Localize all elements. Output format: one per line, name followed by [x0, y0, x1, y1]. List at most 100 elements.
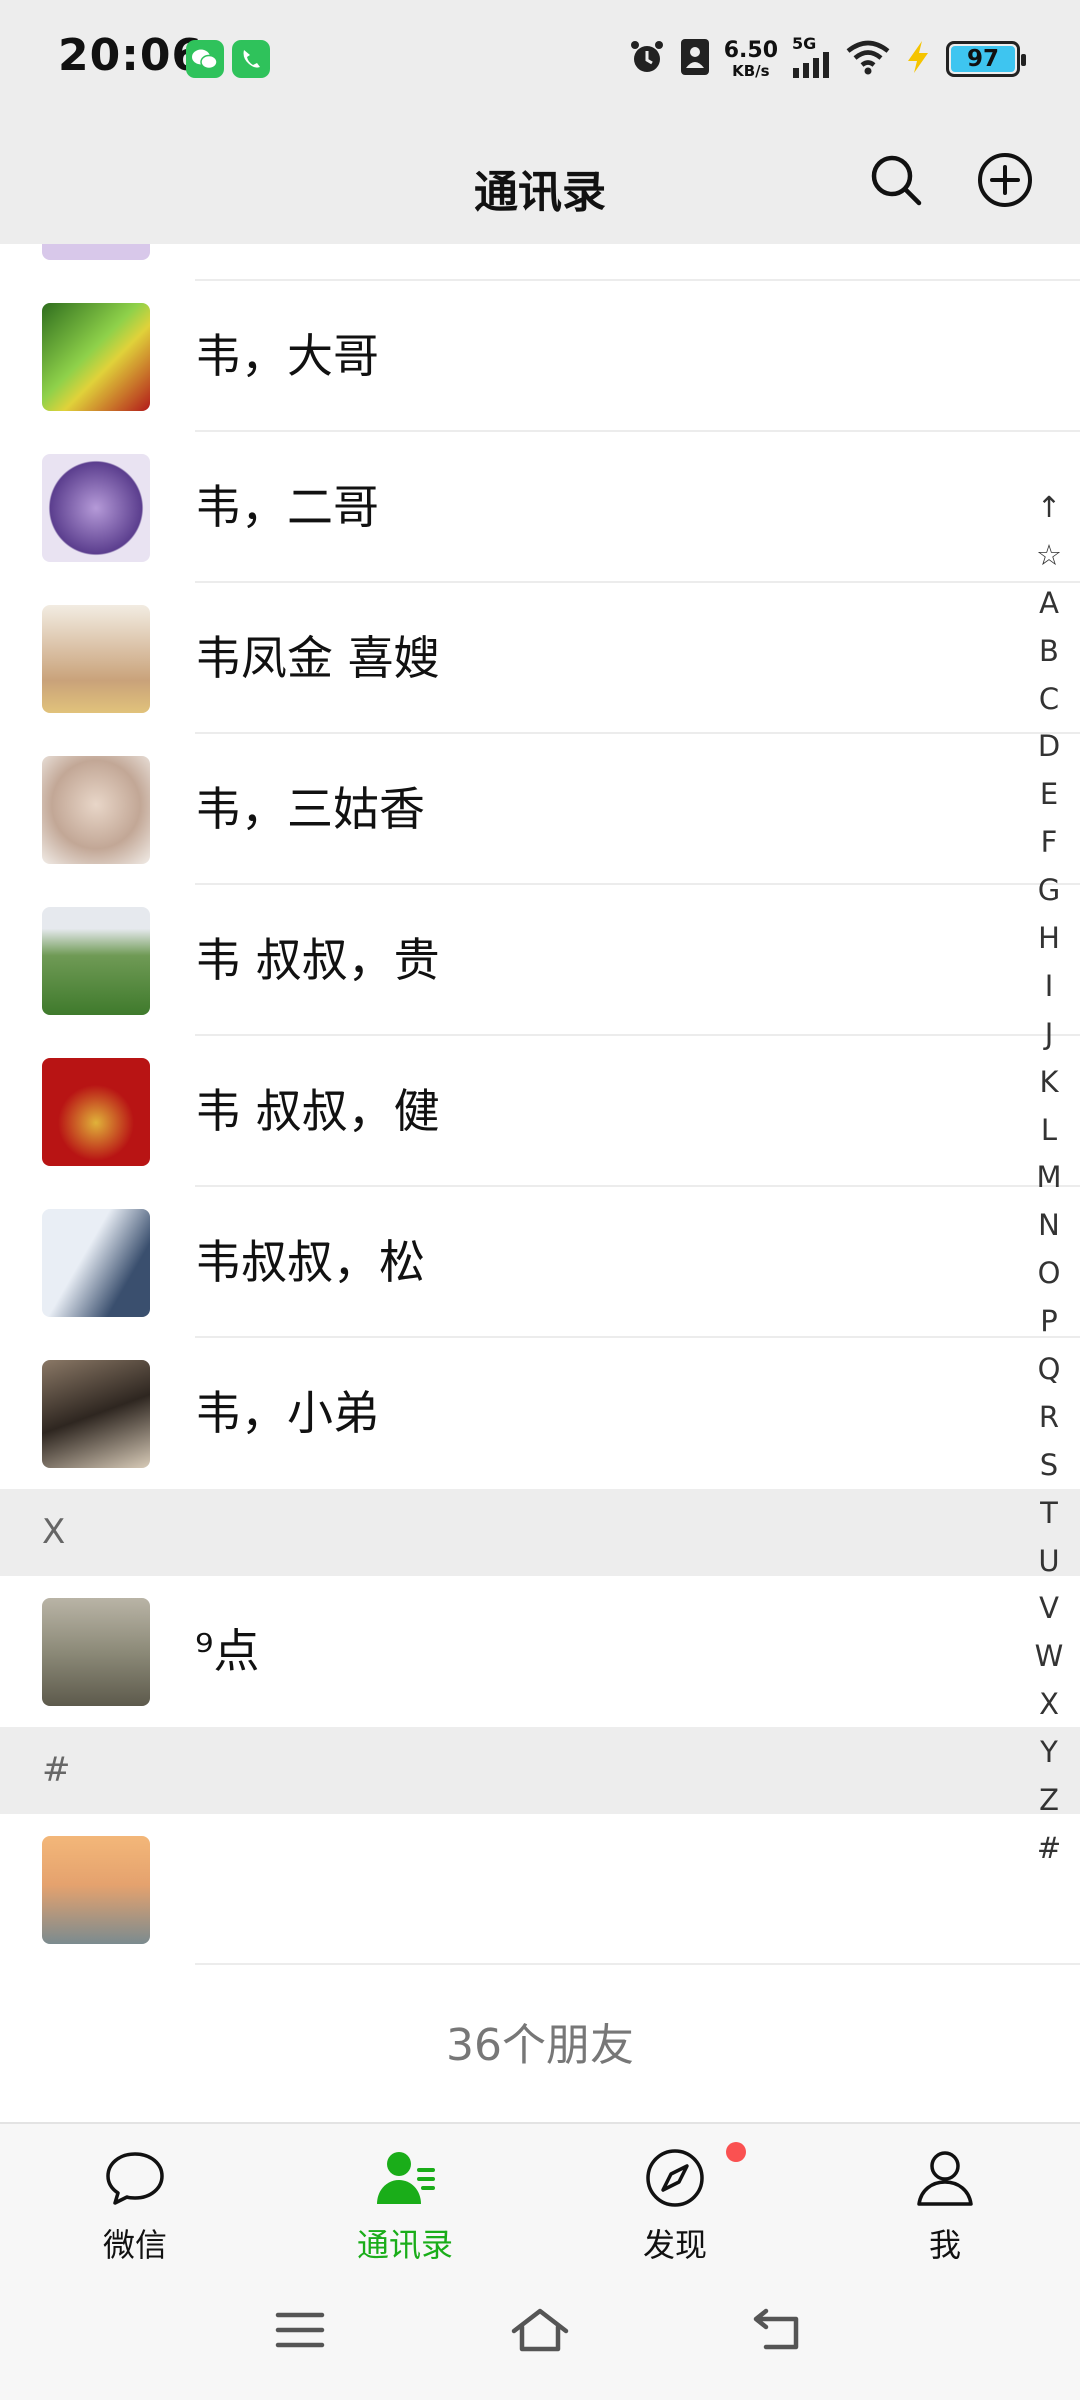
contact-name: ⁹点	[195, 1624, 260, 1678]
contact-avatar	[42, 756, 150, 864]
contact-avatar	[42, 1058, 150, 1166]
contact-name: 韦，大哥	[195, 329, 379, 383]
header: 通讯录	[0, 120, 1080, 244]
index-b[interactable]: B	[1024, 628, 1074, 676]
contact-name: 韦叔叔，松	[195, 1235, 425, 1289]
wechat-icon	[186, 40, 224, 78]
index-k[interactable]: K	[1024, 1059, 1074, 1107]
index-j[interactable]: J	[1024, 1011, 1074, 1059]
status-indicators: 6.50 KB/s 5G 97	[628, 34, 1026, 84]
tab-label: 微信	[102, 2226, 167, 2264]
index-i[interactable]: I	[1024, 963, 1074, 1011]
contact-name: 韦，三姑香	[195, 782, 425, 836]
contact-avatar	[42, 907, 150, 1015]
tab-label: 我	[928, 2226, 961, 2264]
index-g[interactable]: G	[1024, 867, 1074, 915]
contact-avatar	[42, 454, 150, 562]
tab-label: 发现	[642, 2226, 707, 2264]
contact-name: 韦 叔叔，健	[195, 1084, 440, 1138]
index-f[interactable]: F	[1024, 819, 1074, 867]
contact-row[interactable]: 韦凤金 喜嫂	[0, 583, 1080, 734]
battery-level: 97	[951, 46, 1015, 72]
row-divider	[195, 1963, 1080, 1965]
index-n[interactable]: N	[1024, 1202, 1074, 1250]
index-m[interactable]: M	[1024, 1154, 1074, 1202]
index-t[interactable]: T	[1024, 1490, 1074, 1538]
index-v[interactable]: V	[1024, 1585, 1074, 1633]
chat-bubble-icon	[103, 2146, 167, 2210]
index-star[interactable]: ☆	[1024, 532, 1074, 580]
contact-list[interactable]: 韦，大哥 韦，二哥 韦凤金 喜嫂 韦，三姑香 韦 叔叔，贵 韦 叔叔，健 韦叔叔…	[0, 244, 1080, 2122]
contact-avatar	[42, 244, 150, 260]
menu-button[interactable]	[265, 2302, 335, 2362]
contact-row[interactable]: 韦 叔叔，健	[0, 1036, 1080, 1187]
contact-row[interactable]: 韦，三姑香	[0, 734, 1080, 885]
tab-discover[interactable]: 发现	[540, 2124, 810, 2272]
section-header-hash: #	[0, 1727, 1080, 1814]
system-nav-bar	[0, 2270, 1080, 2400]
index-x[interactable]: X	[1024, 1681, 1074, 1729]
index-o[interactable]: O	[1024, 1250, 1074, 1298]
contact-row[interactable]: ⁹点	[0, 1576, 1080, 1727]
index-q[interactable]: Q	[1024, 1346, 1074, 1394]
contact-card-icon	[680, 38, 710, 80]
cellular-signal: 5G	[792, 36, 832, 82]
index-h[interactable]: H	[1024, 915, 1074, 963]
index-up[interactable]: ↑	[1024, 484, 1074, 532]
wifi-icon	[846, 39, 890, 79]
signal-icon	[792, 52, 832, 82]
person-icon	[913, 2146, 977, 2210]
net-speed: 6.50 KB/s	[723, 37, 778, 80]
tab-bar: 微信 通讯录 发现 我	[0, 2122, 1080, 2270]
index-p[interactable]: P	[1024, 1298, 1074, 1346]
contact-row[interactable]: 韦叔叔，松	[0, 1187, 1080, 1338]
section-header-x: X	[0, 1489, 1080, 1576]
index-l[interactable]: L	[1024, 1107, 1074, 1155]
phone-app-icon	[232, 40, 270, 78]
search-icon	[868, 152, 924, 212]
contact-name: 韦 叔叔，贵	[195, 933, 440, 987]
contact-avatar	[42, 1360, 150, 1468]
contact-row[interactable]: 韦，二哥	[0, 432, 1080, 583]
index-u[interactable]: U	[1024, 1538, 1074, 1586]
index-c[interactable]: C	[1024, 676, 1074, 724]
home-button[interactable]	[505, 2302, 575, 2362]
contact-name: 韦凤金 喜嫂	[195, 631, 440, 685]
index-a[interactable]: A	[1024, 580, 1074, 628]
section-letter: X	[42, 1512, 66, 1552]
section-letter: #	[42, 1750, 71, 1790]
tab-label: 通讯录	[356, 2226, 453, 2264]
tab-chats[interactable]: 微信	[0, 2124, 270, 2272]
charging-icon	[904, 39, 932, 79]
contact-row[interactable]	[0, 244, 1080, 281]
tab-contacts[interactable]: 通讯录	[270, 2124, 540, 2272]
index-s[interactable]: S	[1024, 1442, 1074, 1490]
contact-avatar	[42, 303, 150, 411]
index-e[interactable]: E	[1024, 771, 1074, 819]
index-r[interactable]: R	[1024, 1394, 1074, 1442]
index-w[interactable]: W	[1024, 1633, 1074, 1681]
index-z[interactable]: Z	[1024, 1777, 1074, 1825]
contact-row[interactable]: 韦，小弟	[0, 1338, 1080, 1489]
index-hash[interactable]: #	[1024, 1825, 1074, 1873]
index-d[interactable]: D	[1024, 723, 1074, 771]
network-type: 5G	[792, 34, 817, 53]
add-button[interactable]	[973, 150, 1037, 214]
alarm-icon	[628, 38, 666, 80]
contact-avatar	[42, 605, 150, 713]
back-button[interactable]	[745, 2302, 815, 2362]
contact-avatar	[42, 1836, 150, 1944]
contacts-icon	[373, 2146, 437, 2210]
contact-row[interactable]: 韦，大哥	[0, 281, 1080, 432]
contact-row[interactable]: 韦 叔叔，贵	[0, 885, 1080, 1036]
menu-icon	[275, 2310, 325, 2354]
tab-me[interactable]: 我	[810, 2124, 1080, 2272]
compass-icon	[643, 2146, 707, 2210]
status-time: 20:06	[58, 30, 204, 81]
contact-row[interactable]	[0, 1814, 1080, 1965]
index-y[interactable]: Y	[1024, 1729, 1074, 1777]
alphabet-index[interactable]: ↑ ☆ A B C D E F G H I J K L M N O P Q R …	[1024, 484, 1074, 1873]
contact-avatar	[42, 1209, 150, 1317]
contact-avatar	[42, 1598, 150, 1706]
search-button[interactable]	[864, 150, 928, 214]
